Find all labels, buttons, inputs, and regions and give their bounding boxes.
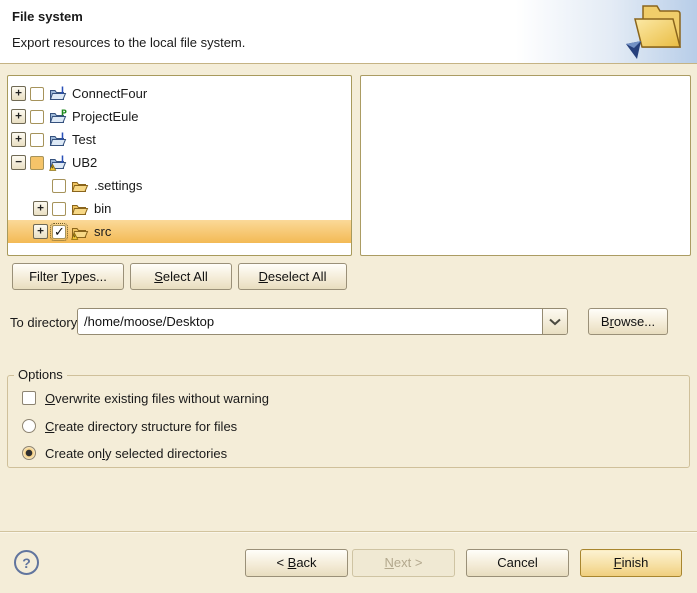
create-selected-radio[interactable] — [22, 446, 36, 460]
tree-row[interactable]: + J Test — [8, 128, 351, 151]
expand-plus-icon[interactable]: + — [11, 86, 26, 101]
tree-item-checkbox[interactable] — [30, 87, 44, 101]
tree-row[interactable]: + src — [8, 220, 351, 243]
project-folder-icon: P — [49, 109, 68, 125]
expand-plus-icon[interactable]: + — [33, 224, 48, 239]
svg-text:P: P — [61, 109, 67, 118]
expand-plus-icon[interactable]: + — [11, 109, 26, 124]
overwrite-label: Overwrite existing files without warning — [45, 391, 269, 406]
folder-icon — [71, 178, 90, 194]
svg-text:J: J — [60, 155, 64, 164]
tree-item-label: Test — [72, 132, 96, 147]
next-button: Next > — [352, 549, 455, 577]
overwrite-checkbox[interactable] — [22, 391, 36, 405]
file-list-panel[interactable] — [360, 75, 691, 256]
tree-row[interactable]: − J UB2 — [8, 151, 351, 174]
to-directory-combo — [77, 308, 568, 335]
to-directory-input[interactable] — [78, 309, 542, 334]
back-button[interactable]: < Back — [245, 549, 348, 577]
tree-item-checkbox[interactable] — [30, 133, 44, 147]
tree-item-label: UB2 — [72, 155, 97, 170]
java-project-folder-icon: J — [49, 132, 68, 148]
tree-item-checkbox[interactable] — [30, 156, 44, 170]
resource-tree: + J ConnectFour + P ProjectEule + J Test − J UB2 .se… — [7, 75, 352, 256]
tree-item-label: .settings — [94, 178, 142, 193]
tree-item-checkbox[interactable] — [30, 110, 44, 124]
collapse-minus-icon[interactable]: − — [11, 155, 26, 170]
java-project-folder-icon: J — [49, 155, 68, 171]
select-all-button[interactable]: Select All — [130, 263, 232, 290]
chevron-down-icon — [549, 314, 561, 329]
tree-item-label: ConnectFour — [72, 86, 147, 101]
java-project-folder-icon: J — [49, 86, 68, 102]
to-directory-label: To directory: — [10, 315, 81, 330]
tree-row[interactable]: + P ProjectEule — [8, 105, 351, 128]
folder-icon — [71, 224, 90, 240]
tree-row[interactable]: + bin — [8, 197, 351, 220]
create-structure-label: Create directory structure for files — [45, 419, 237, 434]
svg-text:J: J — [60, 132, 64, 141]
tree-row[interactable]: + J ConnectFour — [8, 82, 351, 105]
page-subtitle: Export resources to the local file syste… — [12, 35, 245, 50]
folder-icon — [71, 201, 90, 217]
tree-item-label: ProjectEule — [72, 109, 138, 124]
tree-item-checkbox[interactable] — [52, 179, 66, 193]
cancel-button[interactable]: Cancel — [466, 549, 569, 577]
svg-text:J: J — [60, 86, 64, 95]
create-structure-radio[interactable] — [22, 419, 36, 433]
tree-item-label: bin — [94, 201, 111, 216]
wizard-banner: File system Export resources to the loca… — [0, 0, 697, 64]
expand-plus-icon[interactable]: + — [11, 132, 26, 147]
create-selected-label: Create only selected directories — [45, 446, 227, 461]
combo-dropdown-button[interactable] — [542, 309, 567, 334]
tree-row[interactable]: .settings — [8, 174, 351, 197]
expand-plus-icon[interactable]: + — [33, 201, 48, 216]
options-group-title: Options — [14, 367, 67, 382]
tree-item-checkbox[interactable] — [52, 225, 66, 239]
browse-button[interactable]: Browse... — [588, 308, 668, 335]
help-button[interactable]: ? — [14, 550, 39, 575]
finish-button[interactable]: Finish — [580, 549, 682, 577]
tree-item-checkbox[interactable] — [52, 202, 66, 216]
question-mark-icon: ? — [22, 555, 31, 571]
tree-item-label: src — [94, 224, 111, 239]
deselect-all-button[interactable]: Deselect All — [238, 263, 347, 290]
filter-types-button[interactable]: Filter Types... — [12, 263, 124, 290]
export-file-system-dialog: File system Export resources to the loca… — [0, 0, 697, 593]
page-title: File system — [12, 9, 83, 24]
export-folder-icon — [621, 1, 691, 66]
